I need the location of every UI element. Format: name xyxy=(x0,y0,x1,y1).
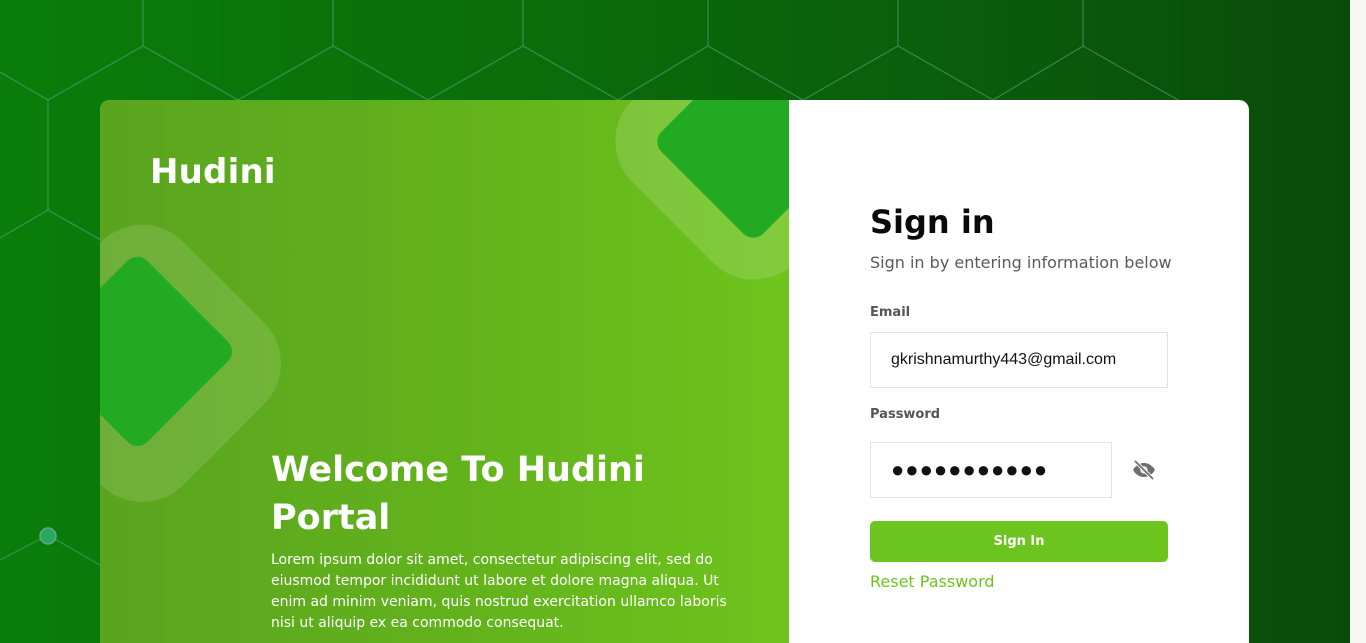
eye-slash-icon[interactable] xyxy=(1132,458,1156,482)
welcome-description: Lorem ipsum dolor sit amet, consectetur … xyxy=(271,552,727,631)
welcome-title: Welcome To Hudini Portal xyxy=(271,450,645,538)
page-edge-strip xyxy=(1350,0,1366,643)
email-label: Email xyxy=(870,305,911,320)
page: Hudini Welcome To Hudini Portal Lorem ip… xyxy=(0,0,1366,643)
hex-node-dot xyxy=(39,527,57,545)
welcome-panel: Hudini Welcome To Hudini Portal Lorem ip… xyxy=(100,100,789,643)
reset-password-link[interactable]: Reset Password xyxy=(870,572,995,591)
login-card: Hudini Welcome To Hudini Portal Lorem ip… xyxy=(100,100,1249,643)
password-field[interactable] xyxy=(870,442,1112,498)
signin-title: Sign in xyxy=(870,203,995,241)
signin-subtitle: Sign in by entering information below xyxy=(870,253,1172,272)
password-label: Password xyxy=(870,407,941,422)
sign-in-button[interactable]: Sign In xyxy=(870,521,1168,562)
email-field[interactable] xyxy=(870,332,1168,388)
brand-logo-text: Hudini xyxy=(150,152,276,192)
